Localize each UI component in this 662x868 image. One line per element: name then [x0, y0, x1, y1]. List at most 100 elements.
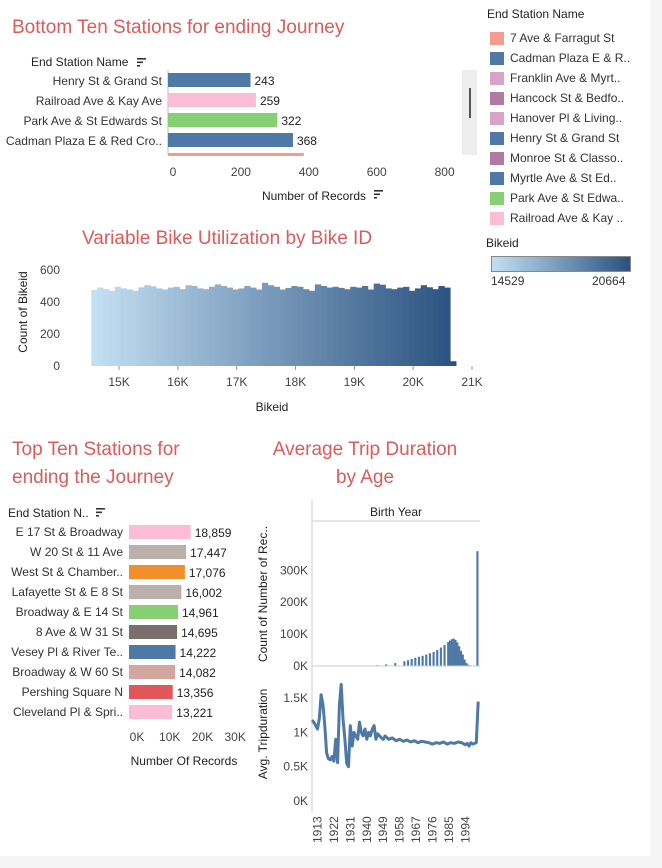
count-bar	[403, 661, 406, 666]
category-label: E 17 St & Broadway	[16, 525, 123, 539]
x-tick-label: 1931	[343, 816, 357, 843]
legend-item[interactable]: Railroad Ave & Kay ..	[486, 208, 656, 228]
histogram-bar	[120, 288, 128, 366]
x-tick-label: 15K	[108, 375, 129, 389]
histogram-bar	[173, 286, 180, 366]
avg-trip-title: Average Trip Duration by Age	[250, 436, 480, 492]
avg-trip-chart: Birth Year 0K 100K 200K 300K Count of Number …	[256, 500, 480, 843]
histogram-bar	[367, 289, 375, 366]
y-axis-label: Count of Bikeid	[16, 271, 30, 352]
legend-item[interactable]: Franklin Ave & Myrt..	[486, 68, 656, 88]
legend-item[interactable]: Hanover Pl & Living..	[486, 108, 656, 128]
histogram-bar	[332, 286, 339, 366]
gradient-legend-title: Bikeid	[486, 236, 519, 250]
bottom-ten-chart: End Station Name Henry St & Grand St 243 Ra…	[6, 55, 455, 203]
legend-label: Hanover Pl & Living..	[510, 111, 623, 125]
column-header: Birth Year	[370, 505, 422, 519]
legend-swatch	[490, 31, 504, 45]
row-header: End Station N..	[8, 506, 89, 520]
histogram-bar	[397, 287, 404, 366]
x-tick-label: 200	[231, 165, 251, 179]
row-header: End Station Name	[31, 55, 129, 69]
value-label: 14,961	[182, 606, 219, 620]
category-label: Park Ave & St Edwards St	[23, 114, 162, 128]
histogram-bar	[214, 284, 222, 366]
count-bar	[406, 660, 410, 666]
category-label: Vesey Pl & River Te..	[11, 645, 123, 659]
histogram-bar	[314, 284, 322, 366]
legend-label: Myrtle Ave & St Ed..	[510, 171, 617, 185]
value-label: 14,695	[181, 626, 218, 640]
bottom-chart-scrollbar[interactable]	[462, 70, 477, 155]
legend-item[interactable]: Hancock St & Bedfo..	[486, 88, 656, 108]
x-tick-label: 19K	[344, 375, 365, 389]
histogram-bar	[414, 288, 422, 366]
histogram-bar	[220, 286, 228, 366]
bar	[168, 93, 256, 107]
histogram-bar	[238, 288, 245, 366]
legend-label: Monroe St & Classo..	[510, 151, 624, 165]
legend-item[interactable]: Cadman Plaza E & R..	[486, 48, 656, 68]
count-bar	[461, 654, 464, 666]
sort-icon[interactable]	[96, 508, 105, 517]
legend-item[interactable]: Monroe St & Classo..	[486, 148, 656, 168]
histogram-bar	[91, 290, 98, 366]
bar	[129, 705, 173, 719]
count-bar	[425, 654, 428, 666]
y-tick-label: 0	[53, 359, 60, 373]
legend-item[interactable]: Henry St & Grand St	[486, 128, 656, 148]
sort-icon[interactable]	[137, 58, 146, 67]
y-tick-label: 0.5K	[283, 760, 308, 774]
legend-label: Franklin Ave & Myrt..	[510, 71, 621, 85]
histogram-bar	[150, 286, 157, 366]
value-label: 322	[281, 114, 301, 128]
bar	[129, 565, 185, 579]
category-label: Pershing Square N	[22, 685, 123, 699]
legend-panel: End Station Name 7 Ave & Farragut St Cadm…	[486, 6, 656, 288]
histogram-bar	[256, 289, 263, 366]
legend-label: Park Ave & St Edwa..	[510, 191, 624, 205]
sort-icon-line	[137, 61, 143, 64]
count-bar	[428, 653, 431, 666]
y-tick-label: 1.5K	[283, 691, 308, 705]
gradient-legend-max: 20664	[592, 274, 626, 288]
legend-swatch	[490, 51, 504, 65]
histogram-bar	[403, 286, 410, 366]
x-tick-label: 1922	[327, 816, 341, 843]
value-label: 13,221	[176, 706, 213, 720]
legend-item[interactable]: Myrtle Ave & St Ed..	[486, 168, 656, 188]
legend-swatch	[490, 211, 504, 225]
histogram-bar	[432, 289, 439, 366]
legend-item[interactable]: 7 Ave & Farragut St	[486, 28, 656, 48]
histogram-bar	[209, 286, 216, 366]
x-tick-label: 21K	[461, 375, 482, 389]
histogram-bar	[250, 287, 257, 366]
histogram-bar	[232, 289, 239, 366]
histogram-bar	[126, 289, 133, 366]
sort-icon-line	[374, 190, 383, 192]
sort-icon-x[interactable]	[374, 190, 383, 199]
x-tick-label: 1940	[360, 816, 374, 843]
category-label: Railroad Ave & Kay Ave	[36, 94, 163, 108]
count-bar	[439, 647, 442, 666]
y-tick-label: 1K	[293, 725, 308, 739]
histogram-bar	[426, 287, 433, 366]
value-label: 18,859	[195, 526, 232, 540]
histogram-bar	[285, 287, 292, 366]
x-tick-label: 1949	[376, 816, 390, 843]
sort-icon-line	[137, 58, 146, 60]
histogram-bar	[361, 286, 369, 366]
x-tick-label: 20K	[402, 375, 423, 389]
histogram-bar	[144, 285, 151, 366]
scrollbar-thumb[interactable]	[469, 88, 471, 118]
histogram-bar	[167, 287, 175, 366]
top-ten-chart: End Station N.. E 17 St & Broadway 18,859 W…	[8, 506, 246, 768]
histogram-bar	[191, 286, 198, 366]
histogram-bar	[226, 287, 233, 366]
legend-label: Hancock St & Bedfo..	[510, 91, 625, 105]
histogram-bar	[279, 289, 286, 366]
legend-item[interactable]: Park Ave & St Edwa..	[486, 188, 656, 208]
legend-label: Henry St & Grand St	[510, 131, 620, 145]
legend-swatch	[490, 71, 504, 85]
histogram-bar	[326, 287, 333, 366]
